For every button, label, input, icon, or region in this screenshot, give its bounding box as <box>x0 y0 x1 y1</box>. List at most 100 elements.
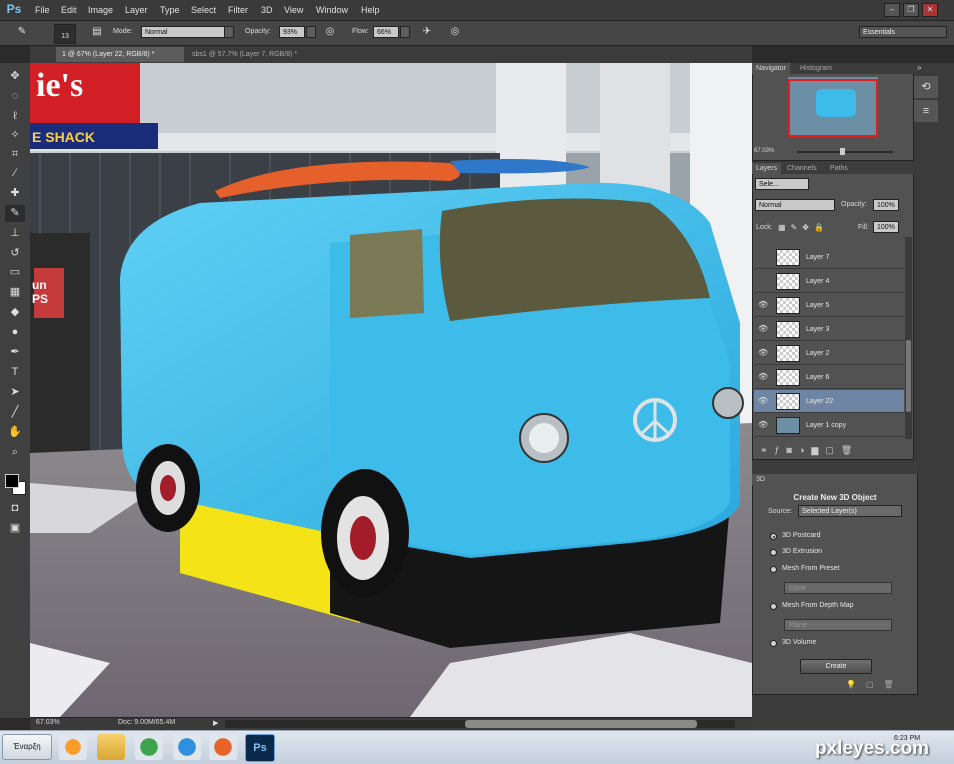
horizontal-scroll-thumb[interactable] <box>465 720 697 728</box>
screen-mode-icon[interactable]: ▣ <box>5 520 25 537</box>
collapse-panels-icon[interactable]: » <box>917 64 929 72</box>
radio-mesh-from-depth-map[interactable] <box>770 603 777 610</box>
menu-view[interactable]: View <box>284 3 303 17</box>
radio-3d-volume[interactable] <box>770 640 777 647</box>
layer-row[interactable]: 👁 Layer 2 <box>754 342 904 365</box>
hand-tool-icon[interactable]: ✋ <box>5 424 25 441</box>
menu-edit[interactable]: Edit <box>61 3 77 17</box>
status-menu-arrow-icon[interactable]: ▶ <box>213 719 221 727</box>
workspace-switcher[interactable]: Essentials <box>859 26 947 38</box>
menu-filter[interactable]: Filter <box>228 3 248 17</box>
depth-map-select[interactable]: Plane <box>784 619 892 631</box>
menu-select[interactable]: Select <box>191 3 216 17</box>
create-button[interactable]: Create <box>800 659 872 674</box>
visibility-off-icon[interactable] <box>758 277 768 285</box>
menu-image[interactable]: Image <box>88 3 113 17</box>
visibility-off-icon[interactable] <box>758 253 768 261</box>
shape-tool-icon[interactable]: ╱ <box>5 404 25 421</box>
gradient-tool-icon[interactable]: ▦ <box>5 284 25 301</box>
path-select-tool-icon[interactable]: ➤ <box>5 384 25 401</box>
preset-select[interactable]: Cone <box>784 582 892 594</box>
media-player-icon[interactable] <box>59 734 87 760</box>
layer-row[interactable]: 👁 Layer 3 <box>754 318 904 341</box>
foreground-swatch-top[interactable] <box>5 474 19 488</box>
crop-tool-icon[interactable]: ⌗ <box>5 146 25 163</box>
eye-icon[interactable]: 👁 <box>758 301 768 309</box>
restore-button[interactable]: ❐ <box>903 3 919 17</box>
pressure-size-icon[interactable]: ◎ <box>448 25 462 39</box>
fill-field[interactable]: 100% <box>873 221 899 233</box>
radio-3d-postcard[interactable] <box>770 533 777 540</box>
navigator-zoom-slider[interactable] <box>797 151 893 153</box>
eye-icon[interactable]: 👁 <box>758 349 768 357</box>
opacity-dropdown-icon[interactable] <box>306 26 316 38</box>
navigator-zoom[interactable]: 67.03% <box>754 148 774 154</box>
tab-histogram[interactable]: Histogram <box>796 63 836 74</box>
panel-3d-actions[interactable]: 💡▢🗑 <box>846 680 906 689</box>
type-tool-icon[interactable]: T <box>5 364 25 381</box>
dodge-tool-icon[interactable]: ● <box>5 324 25 341</box>
layer-opacity-field[interactable]: 100% <box>873 199 899 211</box>
layer-row[interactable]: 👁 Layer 1 copy <box>754 414 904 437</box>
tab-channels[interactable]: Channels <box>783 163 821 174</box>
layer-row[interactable]: Layer 7 <box>754 246 904 269</box>
clone-stamp-tool-icon[interactable]: ⊥ <box>5 225 25 242</box>
lock-icons[interactable]: ▦✎✥🔒 <box>778 223 848 232</box>
source-select[interactable]: Selected Layer(s) <box>798 505 902 517</box>
windows-logo-icon[interactable] <box>135 734 163 760</box>
history-panel-icon[interactable]: ⟲ <box>914 76 938 98</box>
tab-layers[interactable]: Layers <box>752 163 782 174</box>
history-brush-tool-icon[interactable]: ↺ <box>5 245 25 262</box>
radio-mesh-from-preset[interactable] <box>770 566 777 573</box>
quick-select-tool-icon[interactable]: ✧ <box>5 127 25 144</box>
document-canvas[interactable]: ie's E SHACK un PS <box>30 63 752 717</box>
eye-icon[interactable]: 👁 <box>758 373 768 381</box>
eye-icon[interactable]: 👁 <box>758 421 768 429</box>
eye-icon[interactable]: 👁 <box>758 397 768 405</box>
menu-help[interactable]: Help <box>361 3 380 17</box>
brush-tool-icon[interactable]: ✎ <box>5 205 25 222</box>
pressure-opacity-icon[interactable]: ◎ <box>323 25 337 39</box>
healing-tool-icon[interactable]: ✚ <box>5 185 25 202</box>
lasso-tool-icon[interactable]: ℓ <box>5 108 25 125</box>
navigator-thumbnail[interactable] <box>788 77 878 137</box>
close-button[interactable]: ✕ <box>922 3 938 17</box>
mode-dropdown-icon[interactable] <box>224 26 234 38</box>
layer-row[interactable]: 👁 Layer 6 <box>754 366 904 389</box>
eye-icon[interactable]: 👁 <box>758 325 768 333</box>
pen-tool-icon[interactable]: ✒ <box>5 344 25 361</box>
document-tab[interactable]: sbs1 @ 57.7% (Layer 7, RGB/8) * <box>186 47 326 62</box>
eraser-tool-icon[interactable]: ▭ <box>5 264 25 281</box>
firefox-icon[interactable] <box>209 734 237 760</box>
status-zoom[interactable]: 67.03% <box>36 719 60 726</box>
airbrush-icon[interactable]: ✈ <box>420 25 434 39</box>
flow-field[interactable]: 66% <box>373 26 399 38</box>
tab-3d[interactable]: 3D <box>752 474 769 485</box>
mode-select[interactable]: Normal <box>141 26 225 38</box>
brush-size-picker[interactable]: 13 <box>54 24 76 44</box>
layer-filter-select[interactable]: Sele... <box>755 178 809 190</box>
layer-row[interactable]: 👁 Layer 5 <box>754 294 904 317</box>
photoshop-taskbar-icon[interactable]: Ps <box>245 734 275 762</box>
menu-layer[interactable]: Layer <box>125 3 148 17</box>
file-explorer-icon[interactable] <box>97 734 125 760</box>
move-tool-icon[interactable]: ✥ <box>5 68 25 85</box>
menu-window[interactable]: Window <box>316 3 348 17</box>
tab-paths[interactable]: Paths <box>826 163 852 174</box>
layer-row[interactable]: Layer 4 <box>754 270 904 293</box>
navigator-slider-handle[interactable] <box>840 148 845 155</box>
layer-actions[interactable]: ⚭ƒ◙◑▆▢🗑 <box>760 444 906 456</box>
radio-3d-extrusion[interactable] <box>770 549 777 556</box>
marquee-tool-icon[interactable]: ◌ <box>5 88 25 105</box>
document-tab-active[interactable]: 1 @ 67% (Layer 22, RGB/8) * <box>56 47 184 62</box>
start-button[interactable]: Έναρξη <box>2 734 52 760</box>
menu-file[interactable]: File <box>35 3 50 17</box>
eyedropper-tool-icon[interactable]: ⁄ <box>5 165 25 182</box>
minimize-button[interactable]: – <box>884 3 900 17</box>
zoom-tool-icon[interactable]: ⌕ <box>5 444 25 461</box>
internet-explorer-icon[interactable] <box>173 734 201 760</box>
brush-panel-icon[interactable]: ▤ <box>90 25 104 39</box>
flow-dropdown-icon[interactable] <box>400 26 410 38</box>
brush-preset-icon[interactable]: ✎ <box>14 25 30 39</box>
properties-panel-icon[interactable]: ≡ <box>914 100 938 122</box>
